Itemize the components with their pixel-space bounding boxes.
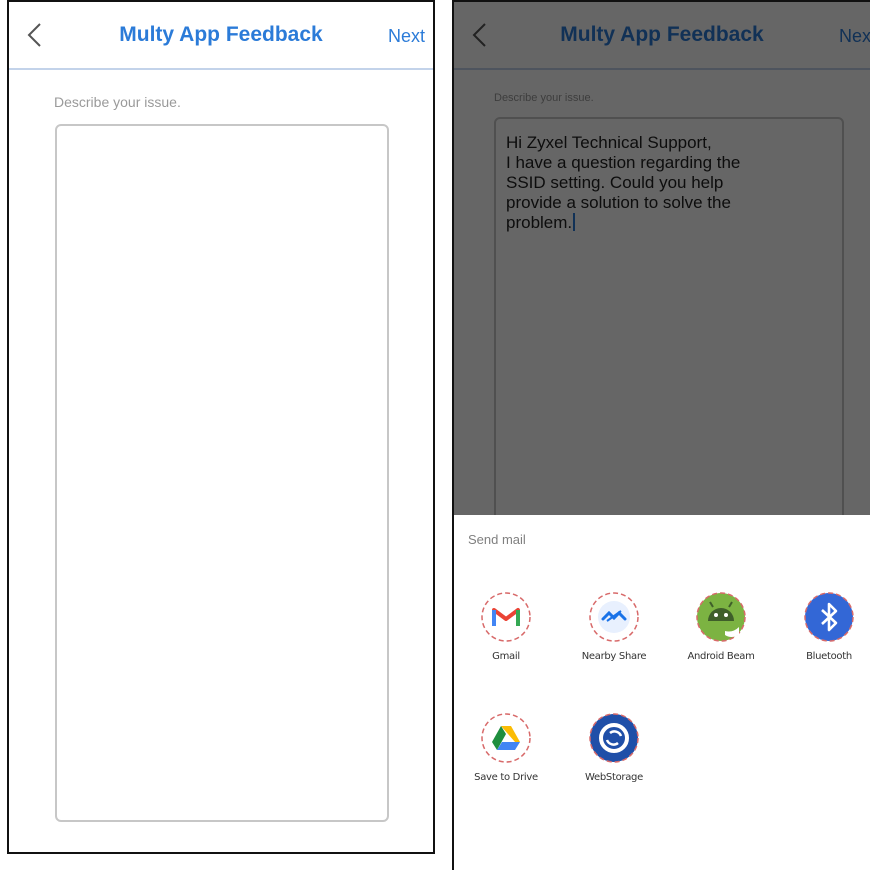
share-app-label: WebStorage (585, 772, 643, 783)
share-app-webstorage[interactable]: WebStorage (569, 712, 659, 783)
next-button[interactable]: Next (388, 26, 425, 47)
share-app-label: Save to Drive (474, 772, 538, 783)
issue-text-line: Hi Zyxel Technical Support, (506, 133, 712, 152)
share-sheet-title: Send mail (468, 532, 526, 547)
issue-textarea[interactable] (55, 124, 389, 822)
feedback-form-dimmed: Multy App Feedback Next Describe your is… (454, 2, 870, 537)
gmail-icon (481, 592, 531, 642)
issue-text-line: SSID setting. Could you help (506, 173, 724, 192)
share-app-bluetooth[interactable]: Bluetooth (784, 591, 870, 662)
app-header: Multy App Feedback Next (9, 2, 433, 70)
share-app-label: Android Beam (687, 651, 755, 662)
share-app-nearby-share[interactable]: Nearby Share (569, 591, 659, 662)
app-header: Multy App Feedback Next (454, 2, 870, 70)
share-app-label: Nearby Share (581, 651, 647, 662)
share-app-android-beam[interactable]: Android Beam (676, 591, 766, 662)
google-drive-icon (481, 713, 531, 763)
bluetooth-icon (804, 592, 854, 642)
feedback-screen-share: Multy App Feedback Next Describe your is… (452, 0, 870, 870)
webstorage-icon (589, 713, 639, 763)
issue-text-line: I have a question regarding the (506, 153, 741, 172)
nearby-share-icon (589, 592, 639, 642)
share-app-save-to-drive[interactable]: Save to Drive (461, 712, 551, 783)
share-app-label: Gmail (492, 651, 520, 662)
issue-textarea[interactable]: Hi Zyxel Technical Support, I have a que… (494, 117, 844, 537)
issue-text-line: problem. (506, 213, 573, 232)
issue-label: Describe your issue. (54, 94, 181, 110)
issue-text-line: provide a solution to solve the (506, 193, 731, 212)
text-cursor (573, 213, 576, 231)
next-button[interactable]: Next (839, 26, 870, 47)
android-beam-icon (696, 592, 746, 642)
share-app-label: Bluetooth (806, 651, 852, 662)
page-title: Multy App Feedback (119, 23, 323, 46)
page-title: Multy App Feedback (560, 23, 764, 46)
share-sheet: Send mail Gmail Nearby Share Android Bea… (454, 515, 870, 870)
share-app-gmail[interactable]: Gmail (461, 591, 551, 662)
issue-label: Describe your issue. (494, 92, 594, 104)
feedback-screen-empty: Multy App Feedback Next Describe your is… (7, 0, 435, 854)
